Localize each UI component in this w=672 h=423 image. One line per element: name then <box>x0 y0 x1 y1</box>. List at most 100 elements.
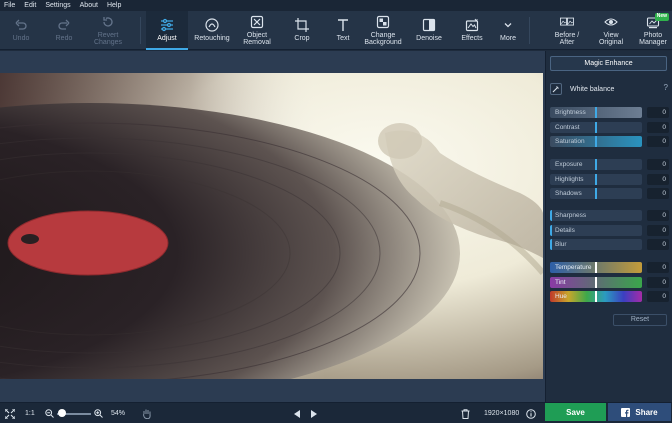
hue-value[interactable]: 0 <box>647 291 669 302</box>
retouching-label: Retouching <box>194 35 230 43</box>
denoise-icon <box>422 18 436 32</box>
brightness-slider[interactable]: Brightness <box>550 107 642 118</box>
sliders-icon <box>160 18 174 32</box>
menu-help[interactable]: Help <box>107 2 121 9</box>
saturation-slider[interactable]: Saturation <box>550 136 642 147</box>
exposure-slider[interactable]: Exposure <box>550 159 642 170</box>
crop-icon <box>295 18 309 33</box>
toolbar-divider <box>529 17 530 44</box>
change-background-label-2: Background <box>364 39 402 46</box>
next-image-icon[interactable] <box>310 403 317 423</box>
blur-handle[interactable] <box>550 239 552 250</box>
details-slider[interactable]: Details <box>550 225 642 236</box>
previous-image-icon[interactable] <box>294 403 301 423</box>
info-icon[interactable] <box>526 403 536 423</box>
photo-manager-label-1: Photo <box>643 31 663 39</box>
tab-change-background[interactable]: Change Background <box>360 11 406 50</box>
denoise-label: Denoise <box>416 35 442 43</box>
object-removal-label-1: Object <box>246 31 268 39</box>
actual-size-button[interactable]: 1:1 <box>25 403 35 423</box>
sharpness-handle[interactable] <box>550 210 552 221</box>
reset-button[interactable]: Reset <box>613 314 667 326</box>
adjust-label: Adjust <box>157 35 177 43</box>
details-value[interactable]: 0 <box>647 225 669 236</box>
brightness-value[interactable]: 0 <box>647 107 669 118</box>
tab-object-removal[interactable]: Object Removal <box>236 11 278 50</box>
revert-changes-button[interactable]: Revert Changes <box>86 11 130 50</box>
saturation-label: Saturation <box>555 138 585 145</box>
undo-label: Undo <box>12 35 30 43</box>
fullscreen-icon[interactable] <box>5 403 15 423</box>
blur-slider[interactable]: Blur <box>550 239 642 250</box>
contrast-value[interactable]: 0 <box>647 122 669 133</box>
menu-about[interactable]: About <box>80 2 98 9</box>
zoom-slider-handle[interactable] <box>58 409 66 417</box>
revert-label-2: Changes <box>93 39 123 46</box>
menu-settings[interactable]: Settings <box>45 2 70 9</box>
blur-value[interactable]: 0 <box>647 239 669 250</box>
more-button[interactable]: More <box>492 11 524 50</box>
before-after-label-1: Before / <box>554 31 580 39</box>
highlights-value[interactable]: 0 <box>647 174 669 185</box>
hand-tool-icon[interactable] <box>142 403 152 423</box>
zoom-level: 54% <box>111 410 126 417</box>
pipette-icon[interactable] <box>550 83 562 95</box>
brightness-handle[interactable] <box>595 107 597 118</box>
tint-slider[interactable]: Tint <box>550 277 642 288</box>
revert-label-1: Revert <box>97 31 119 39</box>
tint-value[interactable]: 0 <box>647 277 669 288</box>
tab-denoise[interactable]: Denoise <box>409 11 449 50</box>
photo-manager-button[interactable]: New Photo Manager <box>634 11 672 50</box>
sharpness-value[interactable]: 0 <box>647 210 669 221</box>
temperature-handle[interactable] <box>595 262 597 273</box>
crop-label: Crop <box>294 35 310 43</box>
shadows-slider[interactable]: Shadows <box>550 188 642 199</box>
temperature-value[interactable]: 0 <box>647 262 669 273</box>
redo-icon <box>57 18 71 32</box>
highlights-slider[interactable]: Highlights <box>550 174 642 185</box>
exposure-handle[interactable] <box>595 159 597 170</box>
undo-button[interactable]: Undo <box>4 11 38 50</box>
white-balance-label: White balance <box>570 85 615 93</box>
chevron-down-icon <box>501 18 515 32</box>
saturation-handle[interactable] <box>595 136 597 147</box>
redo-button[interactable]: Redo <box>47 11 81 50</box>
sharpness-slider[interactable]: Sharpness <box>550 210 642 221</box>
view-original-button[interactable]: View Original <box>592 11 630 50</box>
share-button[interactable]: Share <box>608 403 671 421</box>
contrast-handle[interactable] <box>595 122 597 133</box>
adjust-panel: Magic Enhance White balance ? Brightness… <box>545 51 672 402</box>
share-label: Share <box>635 407 658 417</box>
tint-handle[interactable] <box>595 277 597 288</box>
exposure-value[interactable]: 0 <box>647 159 669 170</box>
trash-icon[interactable] <box>461 403 470 423</box>
save-button[interactable]: Save <box>545 403 606 421</box>
zoom-out-icon[interactable] <box>45 403 54 423</box>
details-handle[interactable] <box>550 225 552 236</box>
temperature-slider[interactable]: Temperature <box>550 262 642 273</box>
view-original-label-1: View <box>603 31 619 39</box>
before-after-icon <box>560 15 574 29</box>
tint-label: Tint <box>555 279 566 286</box>
menu-file[interactable]: File <box>4 2 15 9</box>
saturation-value[interactable]: 0 <box>647 136 669 147</box>
photo-vinyl-record[interactable] <box>0 73 543 379</box>
highlights-handle[interactable] <box>595 174 597 185</box>
hue-handle[interactable] <box>595 291 597 302</box>
tab-retouching[interactable]: Retouching <box>190 11 234 50</box>
tab-text[interactable]: Text <box>323 11 363 50</box>
hue-slider[interactable]: Hue <box>550 291 642 302</box>
contrast-slider[interactable]: Contrast <box>550 122 642 133</box>
magic-enhance-button[interactable]: Magic Enhance <box>550 56 667 71</box>
redo-label: Redo <box>55 35 73 43</box>
tab-effects[interactable]: Effects <box>452 11 492 50</box>
before-after-button[interactable]: Before / After <box>546 11 588 50</box>
shadows-value[interactable]: 0 <box>647 188 669 199</box>
tab-adjust[interactable]: Adjust <box>146 11 188 50</box>
zoom-in-icon[interactable] <box>94 403 103 423</box>
help-icon[interactable]: ? <box>664 83 668 92</box>
tab-crop[interactable]: Crop <box>282 11 322 50</box>
shadows-handle[interactable] <box>595 188 597 199</box>
brightness-label: Brightness <box>555 109 586 116</box>
menu-edit[interactable]: Edit <box>24 2 36 9</box>
